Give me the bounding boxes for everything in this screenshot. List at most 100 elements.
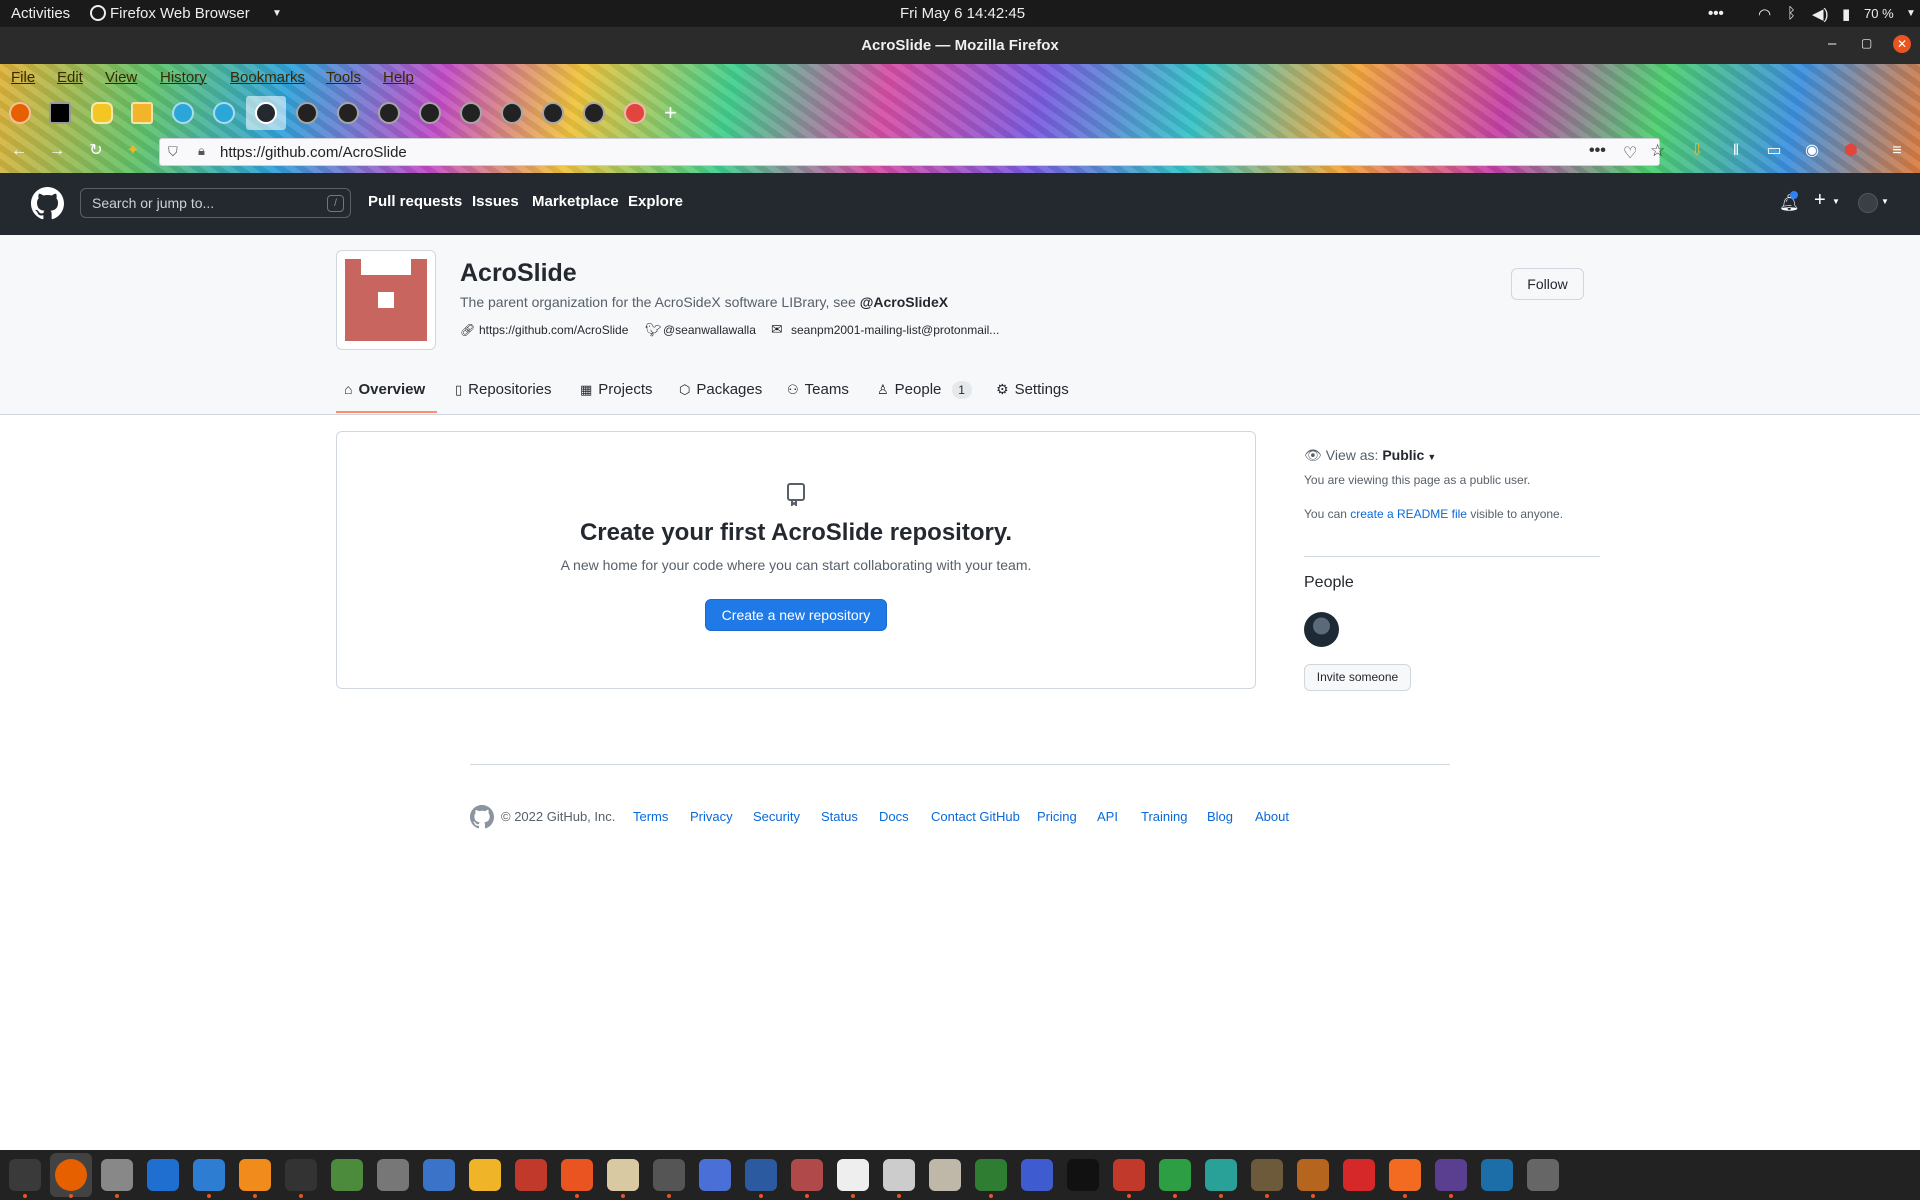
footer-link-terms[interactable]: Terms: [633, 809, 668, 824]
github-footer-logo-icon[interactable]: [470, 805, 494, 829]
dock-archive-icon[interactable]: [837, 1159, 869, 1191]
app-menu[interactable]: Firefox Web Browser: [110, 5, 250, 22]
github-tab-icon[interactable]: [419, 102, 441, 124]
dock-vlc-icon[interactable]: [239, 1159, 271, 1191]
tab-people[interactable]: ♙ People 1: [877, 381, 972, 399]
tab-settings[interactable]: ⚙ Settings: [996, 381, 1069, 398]
dock-file-roller-icon[interactable]: [929, 1159, 961, 1191]
dock-firefox-icon[interactable]: [55, 1159, 87, 1191]
dock-alert-icon[interactable]: [1343, 1159, 1375, 1191]
url-text[interactable]: https://github.com/AcroSlide: [220, 144, 407, 161]
clock[interactable]: Fri May 6 14:42:45: [900, 5, 1025, 22]
footer-link-about[interactable]: About: [1255, 809, 1289, 824]
tab-teams[interactable]: ⚇ Teams: [787, 381, 849, 398]
dock-software-updater-icon[interactable]: [1527, 1159, 1559, 1191]
dock-disk-utility-icon[interactable]: [653, 1159, 685, 1191]
footer-link-privacy[interactable]: Privacy: [690, 809, 733, 824]
ublock-icon[interactable]: ⬢: [1842, 142, 1860, 160]
dock-calculator-icon[interactable]: [469, 1159, 501, 1191]
dock-files-icon[interactable]: [607, 1159, 639, 1191]
firefox-tab-icon[interactable]: [9, 102, 31, 124]
menu-help[interactable]: Help: [383, 69, 414, 86]
puzzle-icon[interactable]: ✦: [124, 142, 142, 160]
dock-app-grid-icon[interactable]: [1573, 1159, 1605, 1191]
puzzle-tab-icon[interactable]: [131, 102, 153, 124]
wifi-icon[interactable]: ◠: [1758, 5, 1771, 23]
dock-text-editor-icon[interactable]: [423, 1159, 455, 1191]
footer-link-status[interactable]: Status: [821, 809, 858, 824]
dock-screenshot-icon[interactable]: [1021, 1159, 1053, 1191]
nav-pull-requests[interactable]: Pull requests: [368, 193, 462, 210]
menu-file[interactable]: File: [11, 69, 35, 86]
footer-link-docs[interactable]: Docs: [879, 809, 909, 824]
search-input[interactable]: Search or jump to... /: [80, 188, 351, 218]
follow-button[interactable]: Follow: [1511, 268, 1584, 300]
invite-someone-button[interactable]: Invite someone: [1304, 664, 1411, 691]
github-tab-icon[interactable]: [296, 102, 318, 124]
github-tab-icon[interactable]: [460, 102, 482, 124]
github-tab-icon[interactable]: [501, 102, 523, 124]
dock-document-viewer-icon[interactable]: [791, 1159, 823, 1191]
sidebar-icon[interactable]: ▭: [1765, 142, 1783, 160]
dock-weather-icon[interactable]: [1481, 1159, 1513, 1191]
back-icon[interactable]: ←: [10, 142, 28, 160]
chevron-down-icon[interactable]: ▼: [1881, 197, 1889, 206]
dock-terminal-icon[interactable]: [285, 1159, 317, 1191]
nav-explore[interactable]: Explore: [628, 193, 683, 210]
github-tab-icon[interactable]: [378, 102, 400, 124]
dock-pdf-viewer-icon[interactable]: [1113, 1159, 1145, 1191]
github-logo-icon[interactable]: [31, 187, 64, 220]
nav-issues[interactable]: Issues: [472, 193, 519, 210]
reload-icon[interactable]: ↻: [87, 142, 105, 160]
github-tab-icon[interactable]: [583, 102, 605, 124]
footer-link-contact[interactable]: Contact GitHub: [931, 809, 1020, 824]
dock-software-store-icon[interactable]: [561, 1159, 593, 1191]
pocket-icon[interactable]: ♡: [1623, 143, 1637, 163]
dock-character-map-icon[interactable]: [883, 1159, 915, 1191]
menu-bookmarks[interactable]: Bookmarks: [230, 69, 305, 86]
dock-screen-recorder-icon[interactable]: [1435, 1159, 1467, 1191]
chevron-down-icon[interactable]: ▼: [1832, 197, 1840, 206]
tab-repositories[interactable]: ▯ Repositories: [455, 381, 552, 398]
view-as-selector[interactable]: 👁︎ View as: Public ▼: [1304, 447, 1436, 464]
create-new-icon[interactable]: +: [1814, 189, 1826, 212]
tracking-shield-icon[interactable]: ⛉: [168, 144, 178, 160]
dock-add-app-icon[interactable]: [331, 1159, 363, 1191]
user-avatar[interactable]: [1858, 193, 1878, 213]
new-tab-icon[interactable]: +: [664, 100, 677, 126]
url-bar[interactable]: ⛉ 🔒︎ https://github.com/AcroSlide ••• ♡ …: [159, 138, 1665, 166]
mention-link[interactable]: @AcroSlideX: [860, 294, 948, 310]
tab-icon[interactable]: [172, 102, 194, 124]
account-icon[interactable]: ◉: [1803, 142, 1821, 160]
footer-link-training[interactable]: Training: [1141, 809, 1187, 824]
menu-tools[interactable]: Tools: [326, 69, 361, 86]
github-tab-icon[interactable]: [255, 102, 277, 124]
medium-tab-icon[interactable]: [49, 102, 71, 124]
page-actions-icon[interactable]: •••: [1589, 142, 1606, 160]
menu-view[interactable]: View: [105, 69, 137, 86]
create-repository-button[interactable]: Create a new repository: [705, 599, 887, 631]
alert-tab-icon[interactable]: [624, 102, 646, 124]
library-icon[interactable]: ‖: [1727, 142, 1745, 160]
footer-link-security[interactable]: Security: [753, 809, 800, 824]
nav-marketplace[interactable]: Marketplace: [532, 193, 619, 210]
dock-reminders-icon[interactable]: [699, 1159, 731, 1191]
menu-edit[interactable]: Edit: [57, 69, 83, 86]
tab-icon[interactable]: [213, 102, 235, 124]
footer-link-api[interactable]: API: [1097, 809, 1118, 824]
lock-icon[interactable]: 🔒︎: [198, 143, 205, 159]
bookmark-star-icon[interactable]: ☆: [1650, 141, 1665, 161]
activities-button[interactable]: Activities: [11, 5, 70, 22]
dock-system-profiler-icon[interactable]: [515, 1159, 547, 1191]
chevron-down-icon[interactable]: ▼: [272, 8, 282, 19]
org-email[interactable]: seanpm2001-mailing-list@protonmail...: [791, 323, 999, 337]
tab-packages[interactable]: ⬡ Packages: [679, 381, 762, 398]
forward-icon[interactable]: →: [48, 142, 66, 160]
dock-game-icon[interactable]: [1297, 1159, 1329, 1191]
bluetooth-icon[interactable]: ᛒ: [1787, 5, 1796, 22]
close-icon[interactable]: ✕: [1893, 35, 1911, 53]
sun-tab-icon[interactable]: [91, 102, 113, 124]
member-avatar[interactable]: [1304, 612, 1339, 647]
org-website[interactable]: https://github.com/AcroSlide: [479, 323, 628, 337]
create-readme-link[interactable]: create a README file: [1350, 507, 1467, 521]
